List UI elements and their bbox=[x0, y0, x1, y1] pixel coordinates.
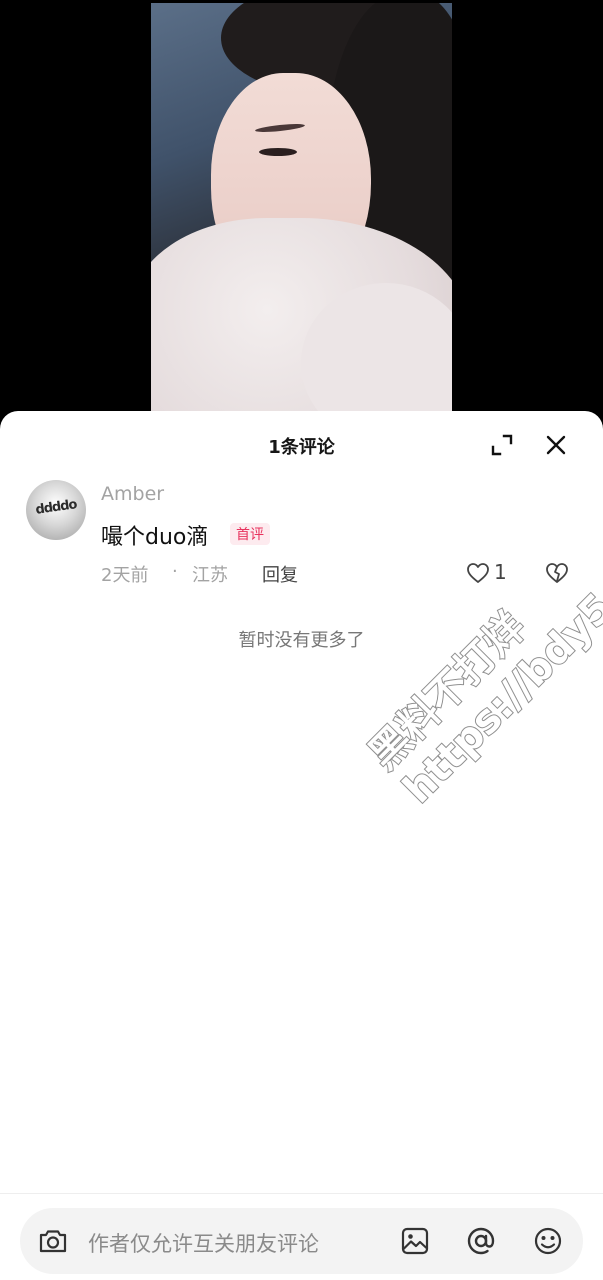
comment-username[interactable]: Amber bbox=[101, 483, 164, 505]
first-comment-badge: 首评 bbox=[230, 523, 270, 545]
video-frame bbox=[151, 3, 452, 430]
heart-icon bbox=[467, 563, 489, 583]
image-icon[interactable] bbox=[399, 1225, 431, 1257]
camera-icon[interactable] bbox=[37, 1225, 69, 1257]
video-player[interactable] bbox=[0, 0, 603, 430]
like-count: 1 bbox=[494, 560, 507, 584]
avatar-text: ddddo bbox=[34, 497, 78, 518]
emoji-icon[interactable] bbox=[532, 1225, 564, 1257]
screen: 1条评论 ddddo Amber 嘬个duo滴 首评 2天前 · 江苏 回复 1… bbox=[0, 0, 603, 1280]
avatar[interactable]: ddddo bbox=[26, 480, 86, 540]
mention-icon[interactable] bbox=[465, 1225, 497, 1257]
reply-button[interactable]: 回复 bbox=[262, 561, 298, 587]
broken-heart-icon[interactable] bbox=[545, 562, 569, 584]
expand-icon[interactable] bbox=[490, 433, 514, 457]
comment-location: 江苏 bbox=[192, 565, 228, 586]
comment-item: ddddo Amber 嘬个duo滴 首评 2天前 · 江苏 回复 1 bbox=[0, 479, 603, 609]
bottom-divider bbox=[0, 1193, 603, 1194]
like-button[interactable]: 1 bbox=[466, 560, 516, 588]
meta-separator: · bbox=[172, 561, 178, 582]
comment-input-placeholder[interactable]: 作者仅允许互关朋友评论 bbox=[88, 1228, 319, 1258]
comment-sheet: 1条评论 ddddo Amber 嘬个duo滴 首评 2天前 · 江苏 回复 1… bbox=[0, 411, 603, 1280]
comment-time: 2天前 bbox=[101, 565, 149, 586]
comment-input-bar[interactable]: 作者仅允许互关朋友评论 bbox=[20, 1208, 583, 1274]
list-end-text: 暂时没有更多了 bbox=[238, 630, 365, 651]
comment-sheet-header: 1条评论 bbox=[0, 411, 603, 479]
comment-text: 嘬个duo滴 bbox=[101, 525, 209, 550]
close-icon[interactable] bbox=[544, 433, 568, 457]
